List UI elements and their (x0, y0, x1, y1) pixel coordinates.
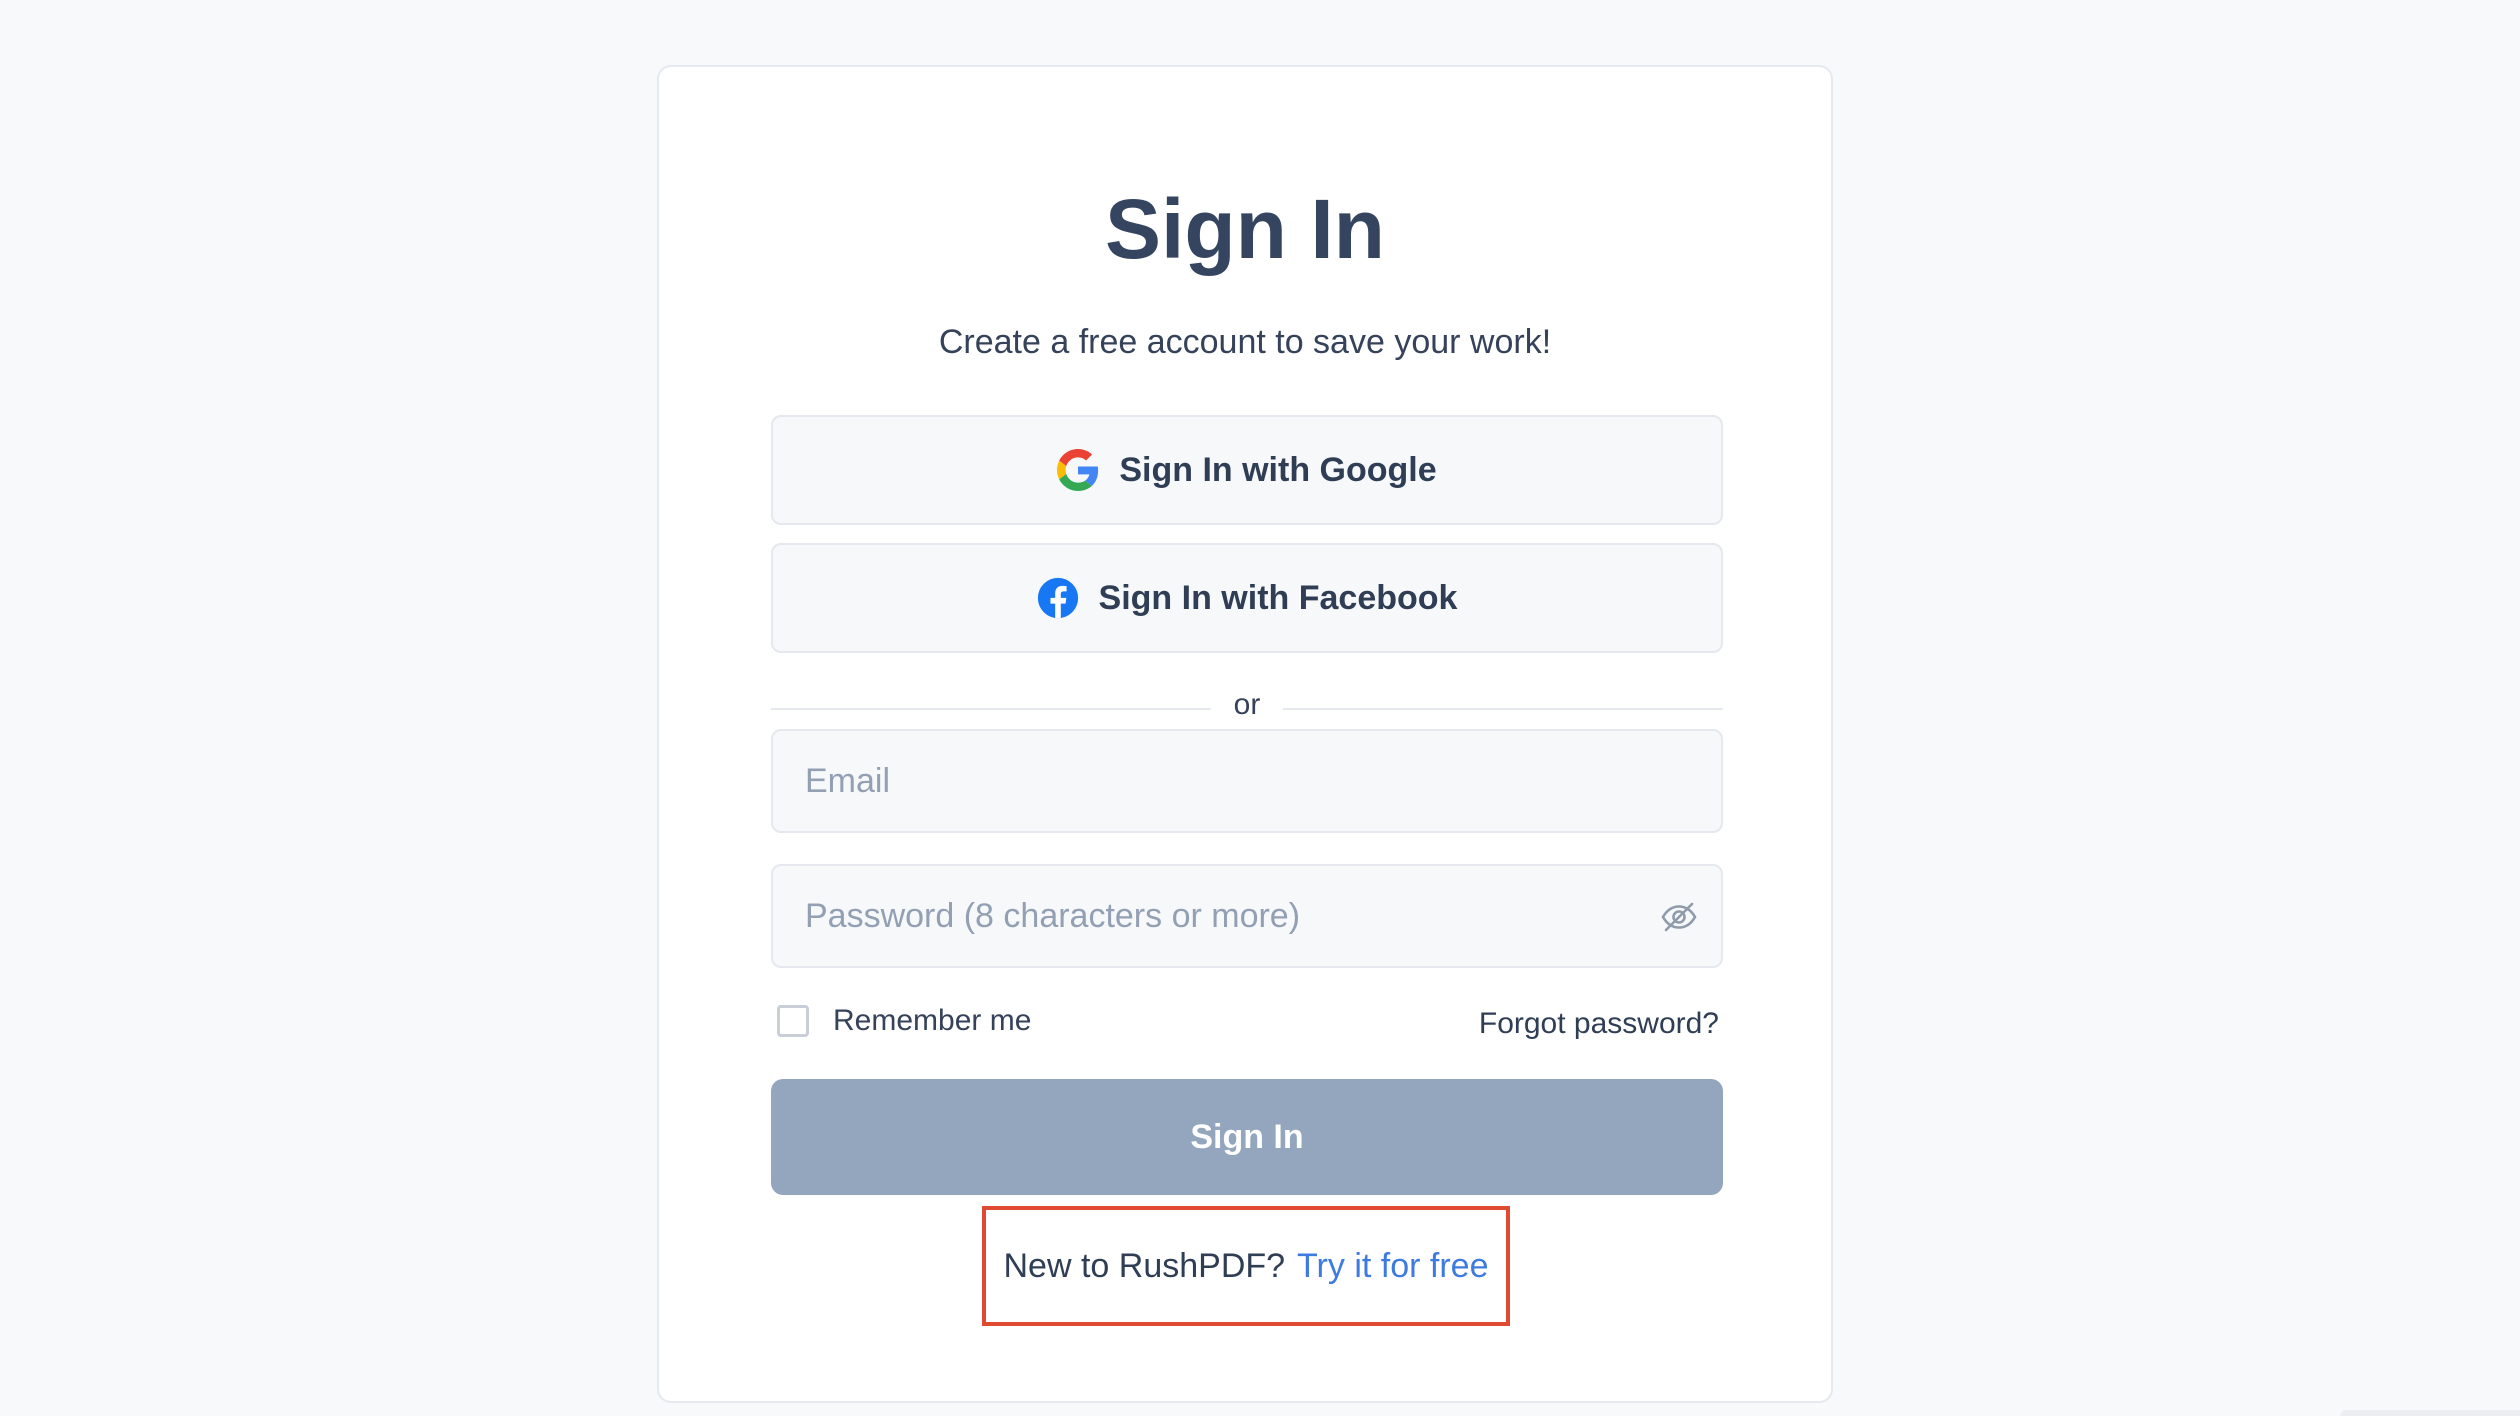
corner-tab (2340, 1410, 2520, 1416)
facebook-icon (1037, 577, 1079, 619)
password-field[interactable] (771, 864, 1723, 968)
facebook-sign-in-button[interactable]: Sign In with Facebook (771, 543, 1723, 653)
page-subtitle: Create a free account to save your work! (938, 323, 1552, 361)
divider-text: or (1233, 688, 1261, 721)
try-free-link[interactable]: Try it for free (1297, 1247, 1488, 1286)
sign-in-button[interactable]: Sign In (771, 1079, 1723, 1195)
sign-up-prompt: New to RushPDF? Try it for free (982, 1206, 1510, 1326)
eye-slash-icon[interactable] (1659, 897, 1699, 937)
google-button-label: Sign In with Google (1119, 450, 1437, 489)
sign-in-card: Sign In Create a free account to save yo… (657, 65, 1833, 1403)
sign-up-prompt-text: New to RushPDF? (1003, 1246, 1286, 1285)
remember-me-checkbox[interactable]: Remember me (777, 1004, 1031, 1038)
google-icon (1057, 449, 1099, 491)
page-title: Sign In (1105, 182, 1385, 276)
forgot-password-link[interactable]: Forgot password? (1479, 1007, 1719, 1041)
divider-line-right (1283, 708, 1723, 710)
checkbox-box[interactable] (777, 1005, 809, 1037)
facebook-button-label: Sign In with Facebook (1098, 578, 1458, 617)
email-field[interactable] (771, 729, 1723, 833)
remember-me-label: Remember me (833, 1004, 1032, 1037)
google-sign-in-button[interactable]: Sign In with Google (771, 415, 1723, 525)
